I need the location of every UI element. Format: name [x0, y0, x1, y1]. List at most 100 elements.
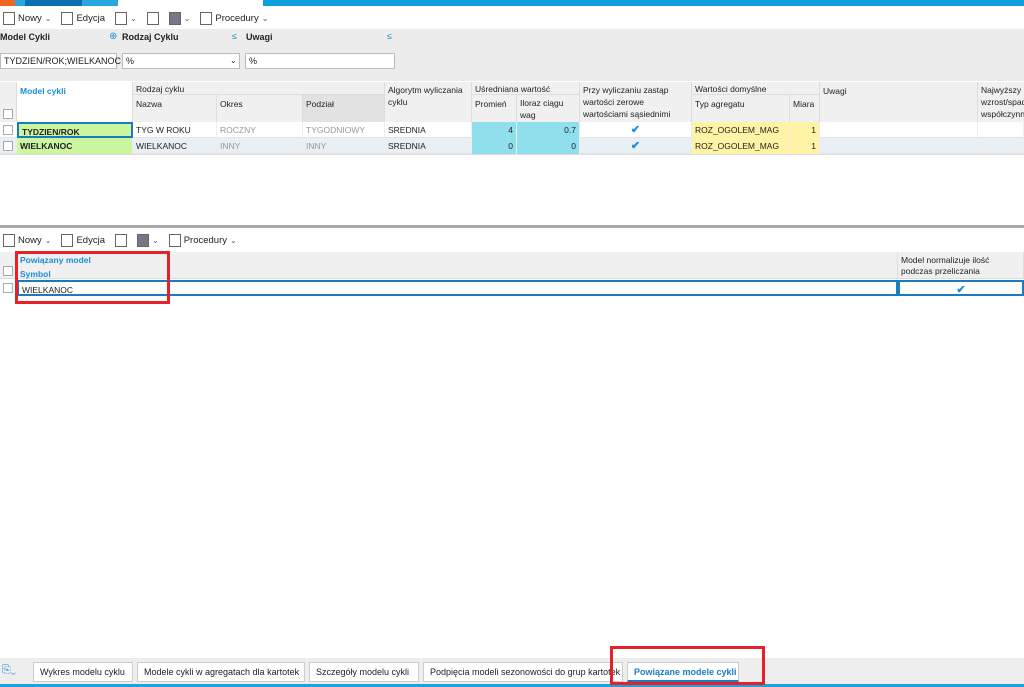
procedures-label: Procedury	[215, 12, 259, 24]
radius-cell[interactable]: 4	[472, 122, 517, 138]
delete-button[interactable]	[112, 233, 130, 247]
notes-cell[interactable]	[820, 122, 978, 138]
checkmark-icon: ✔	[630, 124, 641, 136]
gear-document-icon	[168, 233, 181, 247]
filter-icon[interactable]: ≤	[387, 31, 392, 41]
column-period[interactable]: Okres	[217, 95, 303, 123]
checkmark-icon: ✔	[630, 140, 641, 152]
column-agg-type[interactable]: Typ agregatu	[692, 95, 790, 123]
measure-cell[interactable]: 1	[790, 122, 820, 138]
highest-cell[interactable]	[978, 122, 1024, 138]
highlight-box	[15, 251, 170, 304]
notes-filter-input[interactable]: %	[245, 53, 395, 69]
filter-icon[interactable]: ≤	[232, 31, 237, 41]
chevron-down-icon: ⌄	[44, 13, 52, 23]
column-measure[interactable]: Miara	[790, 95, 820, 123]
tab-3[interactable]: Podpięcia modeli sezonowości do grup kar…	[423, 662, 623, 682]
radius-cell[interactable]: 0	[472, 138, 517, 154]
chevron-down-icon: ⌄	[129, 13, 137, 23]
divider	[0, 154, 1024, 155]
select-all-header	[0, 82, 17, 123]
delete-button[interactable]	[144, 11, 162, 25]
division-cell[interactable]: TYGODNIOWY	[303, 122, 385, 138]
chevron-down-icon: ⌄	[44, 235, 52, 245]
name-cell[interactable]: TYG W ROKU	[133, 122, 217, 138]
column-notes[interactable]: Uwagi	[820, 82, 978, 123]
column-model[interactable]: Model cykli	[17, 82, 133, 123]
filter-notes-label: Uwagi	[246, 32, 273, 42]
procedures-button[interactable]: Procedury ⌄	[197, 11, 271, 25]
highest-cell[interactable]	[978, 138, 1024, 154]
delete-icon	[114, 233, 127, 247]
replace-zeros-checkbox[interactable]: ✔	[580, 138, 692, 154]
model-cell[interactable]: WIELKANOC	[17, 138, 133, 154]
tab-1[interactable]: Modele cykli w agregatach dla kartotek	[137, 662, 305, 682]
column-algorithm[interactable]: Algorytm wyliczania cyklu	[385, 82, 472, 123]
row-checkbox[interactable]	[3, 141, 13, 151]
agg-type-cell[interactable]: ROZ_OGOLEM_MAG	[692, 138, 790, 154]
column-division[interactable]: Podział	[303, 95, 385, 123]
printer-icon	[168, 11, 181, 25]
ratio-cell[interactable]: 0	[517, 138, 580, 154]
tab-2[interactable]: Szczegóły modelu cykli	[309, 662, 419, 682]
checkmark-icon: ✔	[956, 284, 966, 296]
column-normalize[interactable]: Model normalizuje ilość podczas przelicz…	[898, 252, 1024, 279]
edit-button[interactable]: Edycja	[58, 11, 108, 25]
tab-menu-icon[interactable]: ⎘⌄	[2, 664, 16, 677]
print-button[interactable]: ⌄	[134, 233, 162, 247]
preview-button[interactable]: ⌄	[112, 11, 140, 25]
period-cell[interactable]: ROCZNY	[217, 122, 303, 138]
edit-button[interactable]: Edycja	[58, 233, 108, 247]
chevron-down-icon: ⌄	[230, 56, 237, 65]
tab-0[interactable]: Wykres modelu cyklu	[33, 662, 133, 682]
column-name[interactable]: Nazwa	[133, 95, 217, 123]
new-label: Nowy	[18, 12, 42, 24]
add-icon[interactable]: ⊕	[109, 31, 117, 42]
new-document-icon	[3, 11, 15, 25]
column-radius[interactable]: Promień	[472, 95, 517, 123]
row-checkbox[interactable]	[3, 125, 13, 135]
model-filter-input[interactable]: TYDZIEN/ROK;WIELKANOC	[0, 53, 121, 69]
column-replace-zeros[interactable]: Przy wyliczaniu zastąp wartości zerowe w…	[580, 82, 692, 123]
print-button[interactable]: ⌄	[166, 11, 194, 25]
normalize-checkbox[interactable]: ✔	[898, 280, 1024, 296]
notes-cell[interactable]	[820, 138, 978, 154]
top-strip	[25, 0, 82, 6]
edit-icon	[61, 11, 74, 25]
type-filter-select[interactable]: %	[122, 53, 240, 69]
column-highest[interactable]: Najwyższy wzrost/spadek współczynnika	[978, 82, 1024, 123]
period-cell[interactable]: INNY	[217, 138, 303, 154]
filter-type-label: Rodzaj Cyklu	[122, 32, 179, 42]
column-group-defaults: Wartości domyślne	[692, 82, 820, 95]
ratio-cell[interactable]: 0.7	[517, 122, 580, 138]
name-cell[interactable]: WIELKANOC	[133, 138, 217, 154]
measure-cell[interactable]: 1	[790, 138, 820, 154]
edit-icon	[61, 233, 74, 247]
new-button[interactable]: Nowy ⌄	[0, 233, 54, 247]
column-group-averaged: Uśredniana wartość	[472, 82, 580, 95]
top-strip	[82, 0, 118, 6]
division-cell[interactable]: INNY	[303, 138, 385, 154]
new-document-icon	[3, 233, 15, 247]
gear-document-icon	[200, 11, 213, 25]
select-all-checkbox[interactable]	[3, 266, 13, 276]
algorithm-cell[interactable]: SREDNIA	[385, 122, 472, 138]
top-strip	[0, 0, 15, 6]
chevron-down-icon: ⌄	[151, 235, 159, 245]
column-ratio[interactable]: Iloraz ciągu wag	[517, 95, 580, 123]
toolbar: Nowy ⌄ Edycja ⌄ ⌄ Procedury ⌄	[0, 8, 271, 28]
select-all-checkbox[interactable]	[3, 109, 13, 119]
highlight-box	[610, 646, 765, 685]
row-checkbox[interactable]	[3, 283, 13, 293]
chevron-down-icon: ⌄	[230, 235, 237, 245]
new-button[interactable]: Nowy ⌄	[0, 11, 54, 25]
procedures-button[interactable]: Procedury ⌄	[166, 233, 240, 247]
column-group-cycle-type: Rodzaj cyklu	[133, 82, 385, 95]
agg-type-cell[interactable]: ROZ_OGOLEM_MAG	[692, 122, 790, 138]
replace-zeros-checkbox[interactable]: ✔	[580, 122, 692, 138]
algorithm-cell[interactable]: SREDNIA	[385, 138, 472, 154]
top-strip	[263, 0, 1024, 6]
model-cell[interactable]: TYDZIEN/ROK	[17, 122, 133, 138]
new-label: Nowy	[18, 234, 42, 246]
splitter[interactable]	[0, 225, 1024, 228]
